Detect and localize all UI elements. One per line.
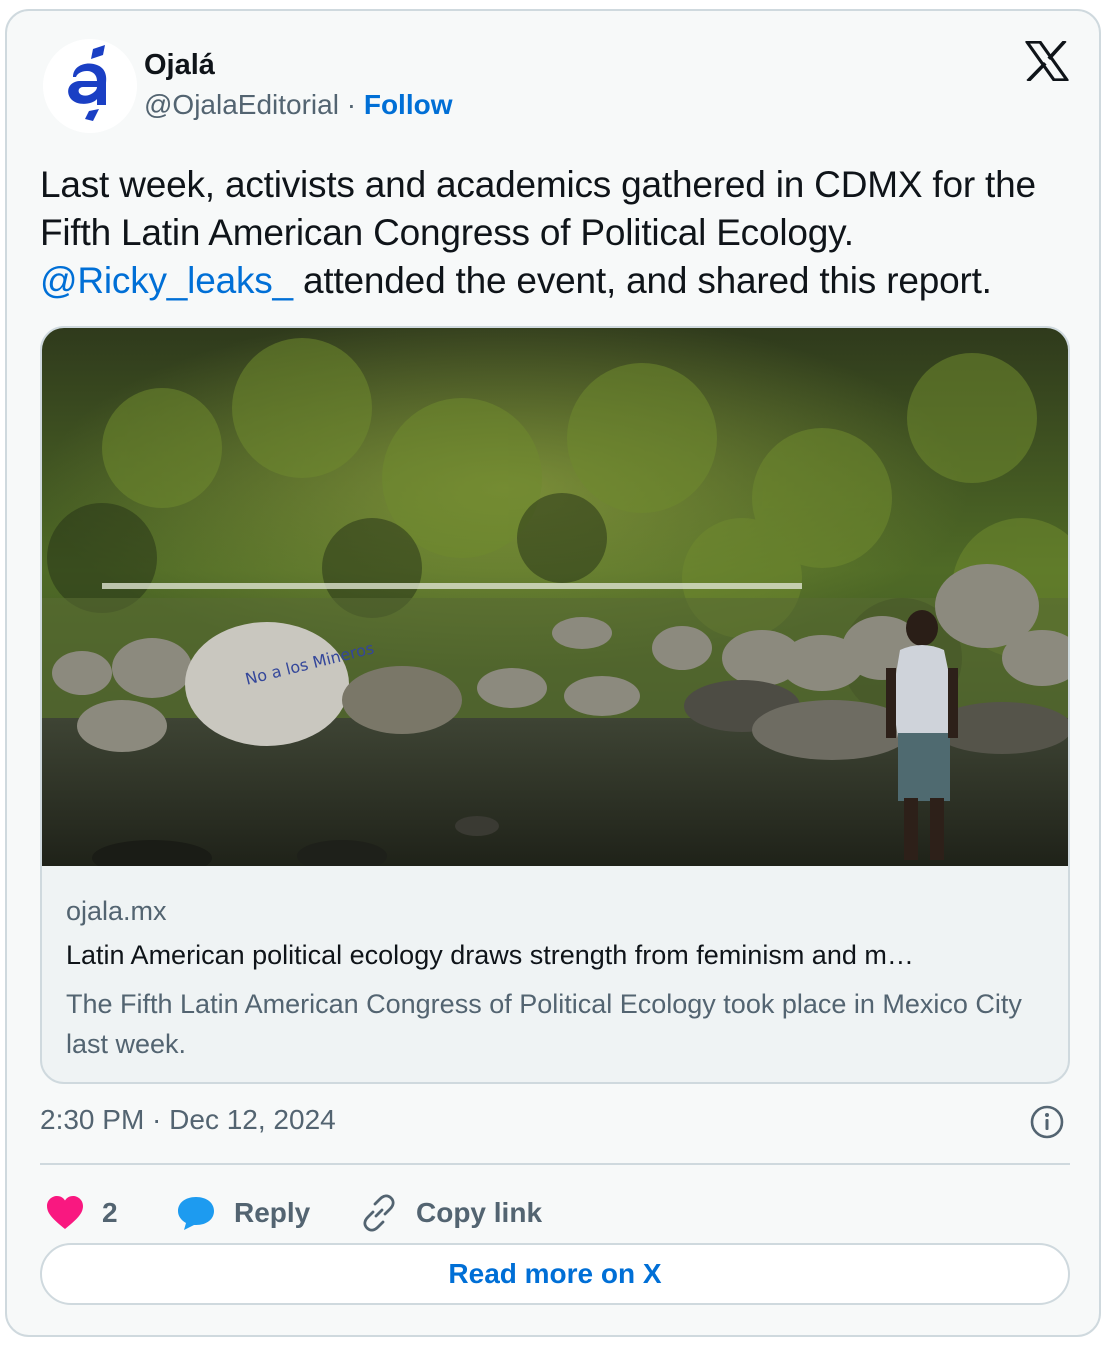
avatar[interactable]: [43, 39, 137, 133]
reply-button[interactable]: Reply: [176, 1183, 310, 1243]
mention-link[interactable]: @Ricky_leaks_: [40, 260, 293, 301]
copy-link-label: Copy link: [416, 1197, 543, 1228]
tweet-text-part: attended the event, and shared this repo…: [292, 260, 992, 301]
separator-dot: ·: [346, 89, 357, 120]
tweet-embed-card: Ojalá @OjalaEditorial · Follow Last week…: [5, 9, 1101, 1337]
author-handle-row: @OjalaEditorial · Follow: [144, 89, 453, 121]
timestamp[interactable]: 2:30 PM · Dec 12, 2024: [40, 1104, 336, 1136]
x-logo-icon[interactable]: [1025, 41, 1069, 81]
article-photo: No a los Mineros: [42, 328, 1068, 866]
tweet-text: Last week, activists and academics gathe…: [40, 161, 1080, 305]
follow-button[interactable]: Follow: [364, 89, 453, 120]
link-preview-card[interactable]: No a los Mineros ojala.mx Latin American…: [40, 326, 1070, 1084]
author-name[interactable]: Ojalá: [144, 49, 215, 82]
copy-link-button[interactable]: Copy link: [360, 1183, 542, 1243]
divider: [40, 1163, 1070, 1165]
link-description: The Fifth Latin American Congress of Pol…: [66, 989, 1022, 1059]
ojala-logo-icon: [43, 39, 137, 133]
read-more-button[interactable]: Read more on X: [40, 1243, 1070, 1305]
like-button[interactable]: 2: [46, 1183, 118, 1243]
link-headline: Latin American political ecology draws s…: [66, 940, 914, 970]
reply-label: Reply: [234, 1197, 311, 1228]
author-handle[interactable]: @OjalaEditorial: [144, 89, 339, 120]
reply-bubble-icon: [178, 1197, 214, 1230]
heart-icon: [47, 1196, 83, 1229]
info-icon[interactable]: [1030, 1105, 1064, 1139]
link-domain: ojala.mx: [66, 896, 167, 926]
tweet-text-part: Last week, activists and academics gathe…: [40, 164, 1036, 253]
link-chain-icon: [363, 1194, 395, 1232]
action-bar: 2 Reply Copy link: [40, 1183, 1070, 1243]
like-count: 2: [102, 1197, 118, 1228]
